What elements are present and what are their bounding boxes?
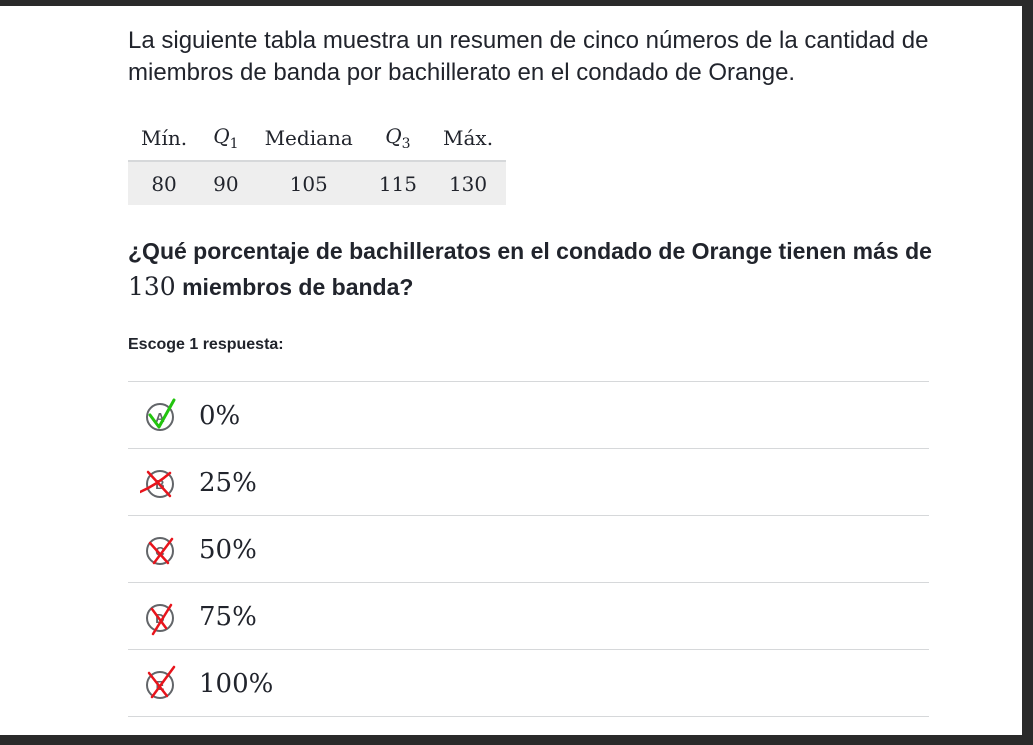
table-row: 80 90 105 115 130 — [128, 161, 507, 205]
question-text: ¿Qué porcentaje de bachilleratos en el c… — [128, 238, 932, 301]
red-cross-icon: D — [146, 603, 174, 636]
choice-b-text: 25% — [199, 468, 257, 498]
five-number-summary-table: Mín. Q1 Mediana Q3 Máx. 80 90 105 115 13… — [128, 116, 507, 205]
choice-a[interactable]: A 0% — [128, 382, 929, 449]
value-q1: 90 — [200, 161, 252, 205]
green-checkmark-icon: A — [146, 398, 176, 431]
question-number: 130 — [128, 272, 176, 301]
header-q3: Q3 — [365, 116, 431, 162]
choice-d[interactable]: D 75% — [128, 583, 929, 650]
choice-a-marker: A — [140, 396, 184, 436]
header-q1: Q1 — [200, 116, 252, 162]
red-cross-icon: C — [146, 537, 174, 565]
value-min: 80 — [128, 161, 201, 205]
exercise-card: La siguiente tabla muestra un resumen de… — [0, 6, 1022, 735]
choice-e-text: 100% — [199, 669, 274, 699]
choice-d-marker: D — [140, 597, 184, 637]
choice-c[interactable]: C 50% — [128, 516, 929, 583]
choice-e[interactable]: E 100% — [128, 650, 929, 717]
choice-a-text: 0% — [199, 401, 241, 431]
value-q3: 115 — [365, 161, 431, 205]
red-cross-icon: E — [146, 665, 176, 699]
choice-c-marker: C — [140, 530, 184, 570]
red-cross-icon: B — [140, 470, 174, 498]
header-min: Mín. — [128, 116, 201, 162]
header-max: Máx. — [430, 116, 507, 162]
choice-b-marker: B — [140, 463, 184, 503]
value-max: 130 — [430, 161, 507, 205]
intro-text: La siguiente tabla muestra un resumen de… — [128, 27, 929, 86]
choice-c-text: 50% — [199, 535, 257, 565]
choice-b[interactable]: B 25% — [128, 449, 929, 516]
choice-d-text: 75% — [199, 602, 257, 632]
table-header-row: Mín. Q1 Mediana Q3 Máx. — [128, 116, 507, 162]
choice-e-marker: E — [140, 664, 184, 704]
answer-choices: A 0% B 25% C 50% D 75% E 100% — [128, 381, 929, 717]
header-median: Mediana — [251, 116, 366, 162]
choose-label: Escoge 1 respuesta: — [128, 336, 284, 353]
value-median: 105 — [251, 161, 366, 205]
